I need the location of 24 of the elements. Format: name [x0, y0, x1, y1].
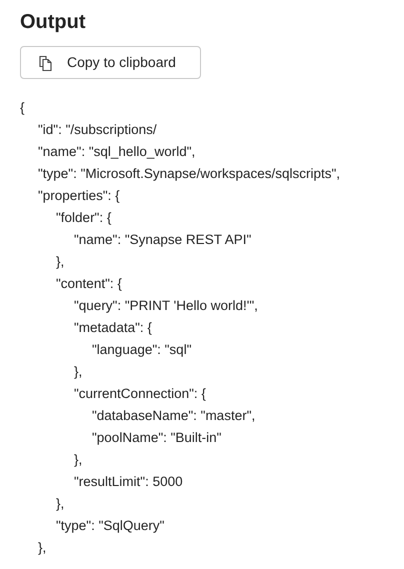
code-line: "name": "sql_hello_world", [38, 143, 196, 161]
code-line: "id": "/subscriptions/ [38, 121, 157, 139]
code-line: }, [56, 495, 64, 513]
code-line: "type": "Microsoft.Synapse/workspaces/sqlscripts", [38, 165, 340, 183]
code-line: "resultLimit": 5000 [74, 473, 183, 491]
code-line: "query": "PRINT 'Hello world!'", [74, 297, 258, 315]
output-title: Output [20, 10, 86, 35]
code-line: "metadata": { [74, 319, 152, 337]
code-line: "name": "Synapse REST API" [74, 231, 252, 249]
code-line: "databaseName": "master", [92, 407, 256, 425]
code-line: "currentConnection": { [74, 385, 206, 403]
code-line: }, [56, 253, 64, 271]
copy-button[interactable]: Copy to clipboard [20, 46, 201, 79]
code-line: }, [38, 539, 46, 557]
code-line: }, [74, 363, 82, 381]
copy-icon [39, 54, 53, 70]
code-line: "poolName": "Built-in" [92, 429, 222, 447]
code-line: "type": "SqlQuery" [56, 517, 164, 535]
code-line: "content": { [56, 275, 122, 293]
code-line: "language": "sql" [92, 341, 192, 359]
code-line: { [20, 99, 25, 117]
code-line: }, [74, 451, 82, 469]
code-line: "folder": { [56, 209, 112, 227]
code-line: "properties": { [38, 187, 120, 205]
